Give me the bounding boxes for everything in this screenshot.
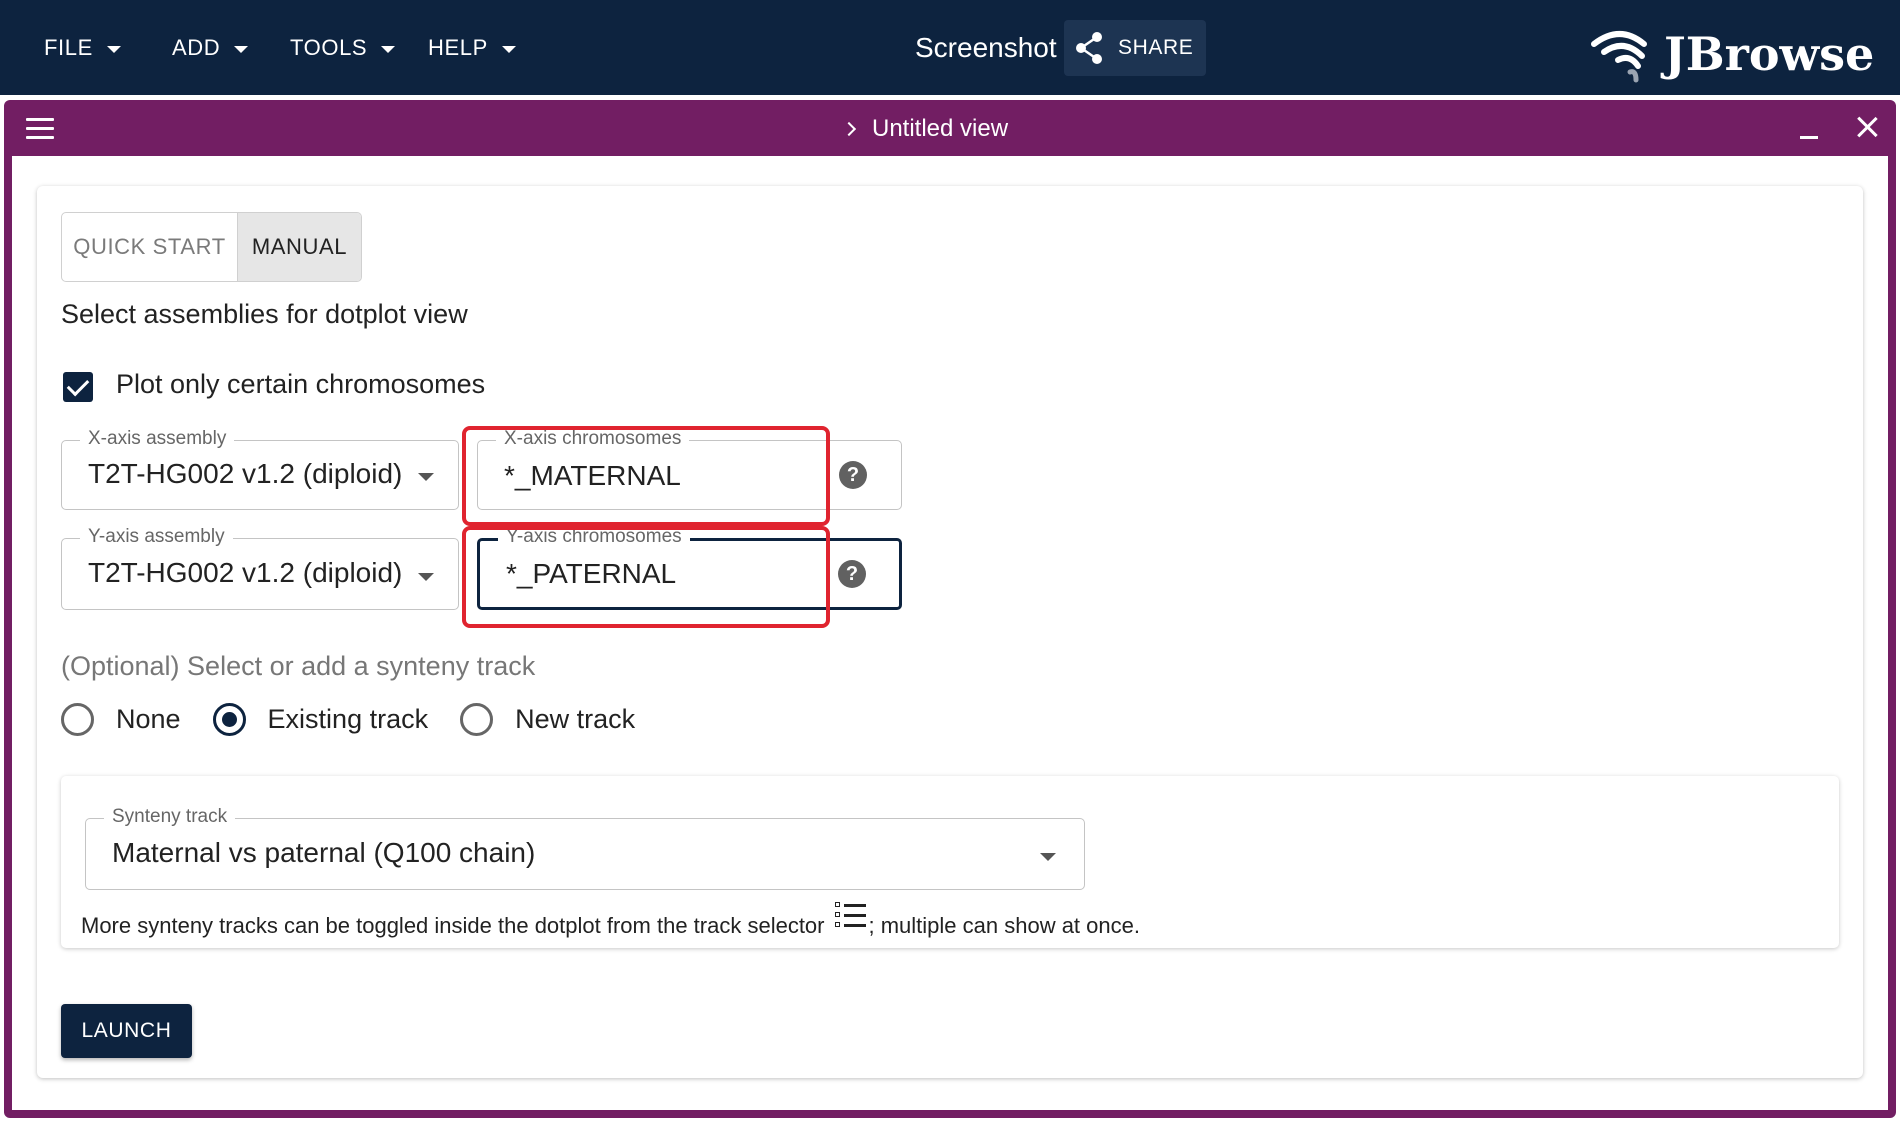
y-axis-assembly-value: T2T-HG002 v1.2 (diploid) bbox=[88, 557, 403, 588]
synteny-track-label: Synteny track bbox=[104, 806, 236, 828]
view-body: QUICK START MANUAL Select assemblies for… bbox=[12, 156, 1888, 1110]
x-axis-assembly-select[interactable]: X-axis assembly T2T-HG002 v1.2 (diploid) bbox=[61, 428, 459, 510]
session-title[interactable]: Screenshot bbox=[915, 28, 1057, 68]
help-icon[interactable]: ? bbox=[839, 461, 867, 489]
caret-down-icon bbox=[106, 46, 121, 53]
y-axis-assembly-label: Y-axis assembly bbox=[80, 526, 233, 548]
synteny-track-value: Maternal vs paternal (Q100 chain) bbox=[112, 837, 536, 868]
radio-existing-track-label[interactable]: Existing track bbox=[268, 704, 429, 735]
x-axis-chromosomes-value: *_MATERNAL bbox=[504, 460, 681, 491]
file-menu[interactable]: FILE bbox=[44, 28, 121, 68]
synteny-track-select[interactable]: Synteny track Maternal vs paternal (Q100… bbox=[85, 806, 1085, 890]
synteny-note-text: More synteny tracks can be toggled insid… bbox=[81, 913, 825, 938]
y-axis-chromosomes-label: Y-axis chromosomes bbox=[498, 526, 690, 548]
share-icon bbox=[1076, 32, 1102, 64]
view-header: Untitled view bbox=[4, 100, 1896, 156]
plot-only-checkbox[interactable] bbox=[63, 372, 93, 402]
chevron-right-icon bbox=[841, 121, 857, 137]
help-menu[interactable]: HELP bbox=[428, 28, 516, 68]
tab-manual[interactable]: MANUAL bbox=[237, 213, 361, 281]
radio-new-track[interactable] bbox=[460, 702, 494, 736]
caret-down-icon bbox=[234, 46, 249, 53]
jbrowse-logo-icon bbox=[1591, 31, 1647, 83]
synteny-heading: (Optional) Select or add a synteny track bbox=[61, 651, 536, 681]
logo-text: JBrowse bbox=[1664, 27, 1875, 81]
jbrowse-logo: JBrowse bbox=[1590, 22, 1874, 86]
radio-none-label[interactable]: None bbox=[116, 704, 181, 735]
synteny-track-panel: Synteny track Maternal vs paternal (Q100… bbox=[61, 776, 1839, 948]
x-axis-assembly-label: X-axis assembly bbox=[80, 428, 235, 450]
import-form-card: QUICK START MANUAL Select assemblies for… bbox=[37, 186, 1863, 1078]
share-button[interactable]: SHARE bbox=[1064, 20, 1206, 76]
help-icon[interactable]: ? bbox=[838, 560, 866, 588]
x-axis-assembly-value: T2T-HG002 v1.2 (diploid) bbox=[88, 458, 403, 489]
view-title-label: Untitled view bbox=[872, 115, 1009, 142]
radio-new-track-label[interactable]: New track bbox=[515, 704, 635, 735]
section-heading: Select assemblies for dotplot view bbox=[61, 299, 468, 329]
app-bar: FILE ADD TOOLS HELP Screenshot SHARE JBr… bbox=[0, 0, 1900, 95]
synteny-radio-group: None Existing track New track bbox=[61, 699, 667, 739]
share-label: SHARE bbox=[1118, 36, 1194, 59]
add-menu-label: ADD bbox=[172, 35, 221, 60]
dropdown-arrow-icon bbox=[418, 573, 434, 581]
x-axis-chromosomes-label: X-axis chromosomes bbox=[496, 428, 690, 450]
dropdown-arrow-icon bbox=[1040, 853, 1056, 861]
minimize-icon[interactable] bbox=[1800, 136, 1818, 139]
dotplot-view-frame: Untitled view QUICK START MANUAL Select … bbox=[4, 100, 1896, 1118]
x-axis-chromosomes-field[interactable]: X-axis chromosomes *_MATERNAL ? bbox=[477, 428, 902, 510]
radio-existing-track[interactable] bbox=[212, 702, 246, 736]
caret-down-icon bbox=[501, 46, 516, 53]
track-selector-icon bbox=[834, 899, 867, 931]
plot-only-checkbox-label[interactable]: Plot only certain chromosomes bbox=[116, 369, 485, 400]
launch-button[interactable]: LAUNCH bbox=[61, 1004, 192, 1058]
tab-quick-start[interactable]: QUICK START bbox=[62, 213, 237, 281]
synteny-note: More synteny tracks can be toggled insid… bbox=[81, 899, 1140, 939]
view-title[interactable]: Untitled view bbox=[841, 114, 1009, 144]
synteny-note-text-end: ; multiple can show at once. bbox=[868, 913, 1140, 938]
y-axis-chromosomes-field[interactable]: Y-axis chromosomes *_PATERNAL ? bbox=[477, 526, 902, 610]
dropdown-arrow-icon bbox=[418, 473, 434, 481]
file-menu-label: FILE bbox=[44, 35, 93, 60]
close-icon[interactable] bbox=[1854, 114, 1880, 140]
y-axis-assembly-select[interactable]: Y-axis assembly T2T-HG002 v1.2 (diploid) bbox=[61, 526, 459, 610]
radio-none[interactable] bbox=[61, 702, 94, 736]
mode-toggle: QUICK START MANUAL bbox=[61, 212, 362, 282]
y-axis-chromosomes-value: *_PATERNAL bbox=[506, 558, 677, 589]
add-menu[interactable]: ADD bbox=[172, 28, 249, 68]
hamburger-menu-icon[interactable] bbox=[26, 118, 54, 140]
tools-menu-label: TOOLS bbox=[290, 35, 368, 60]
tools-menu[interactable]: TOOLS bbox=[290, 28, 396, 68]
caret-down-icon bbox=[381, 46, 396, 53]
help-menu-label: HELP bbox=[428, 35, 488, 60]
